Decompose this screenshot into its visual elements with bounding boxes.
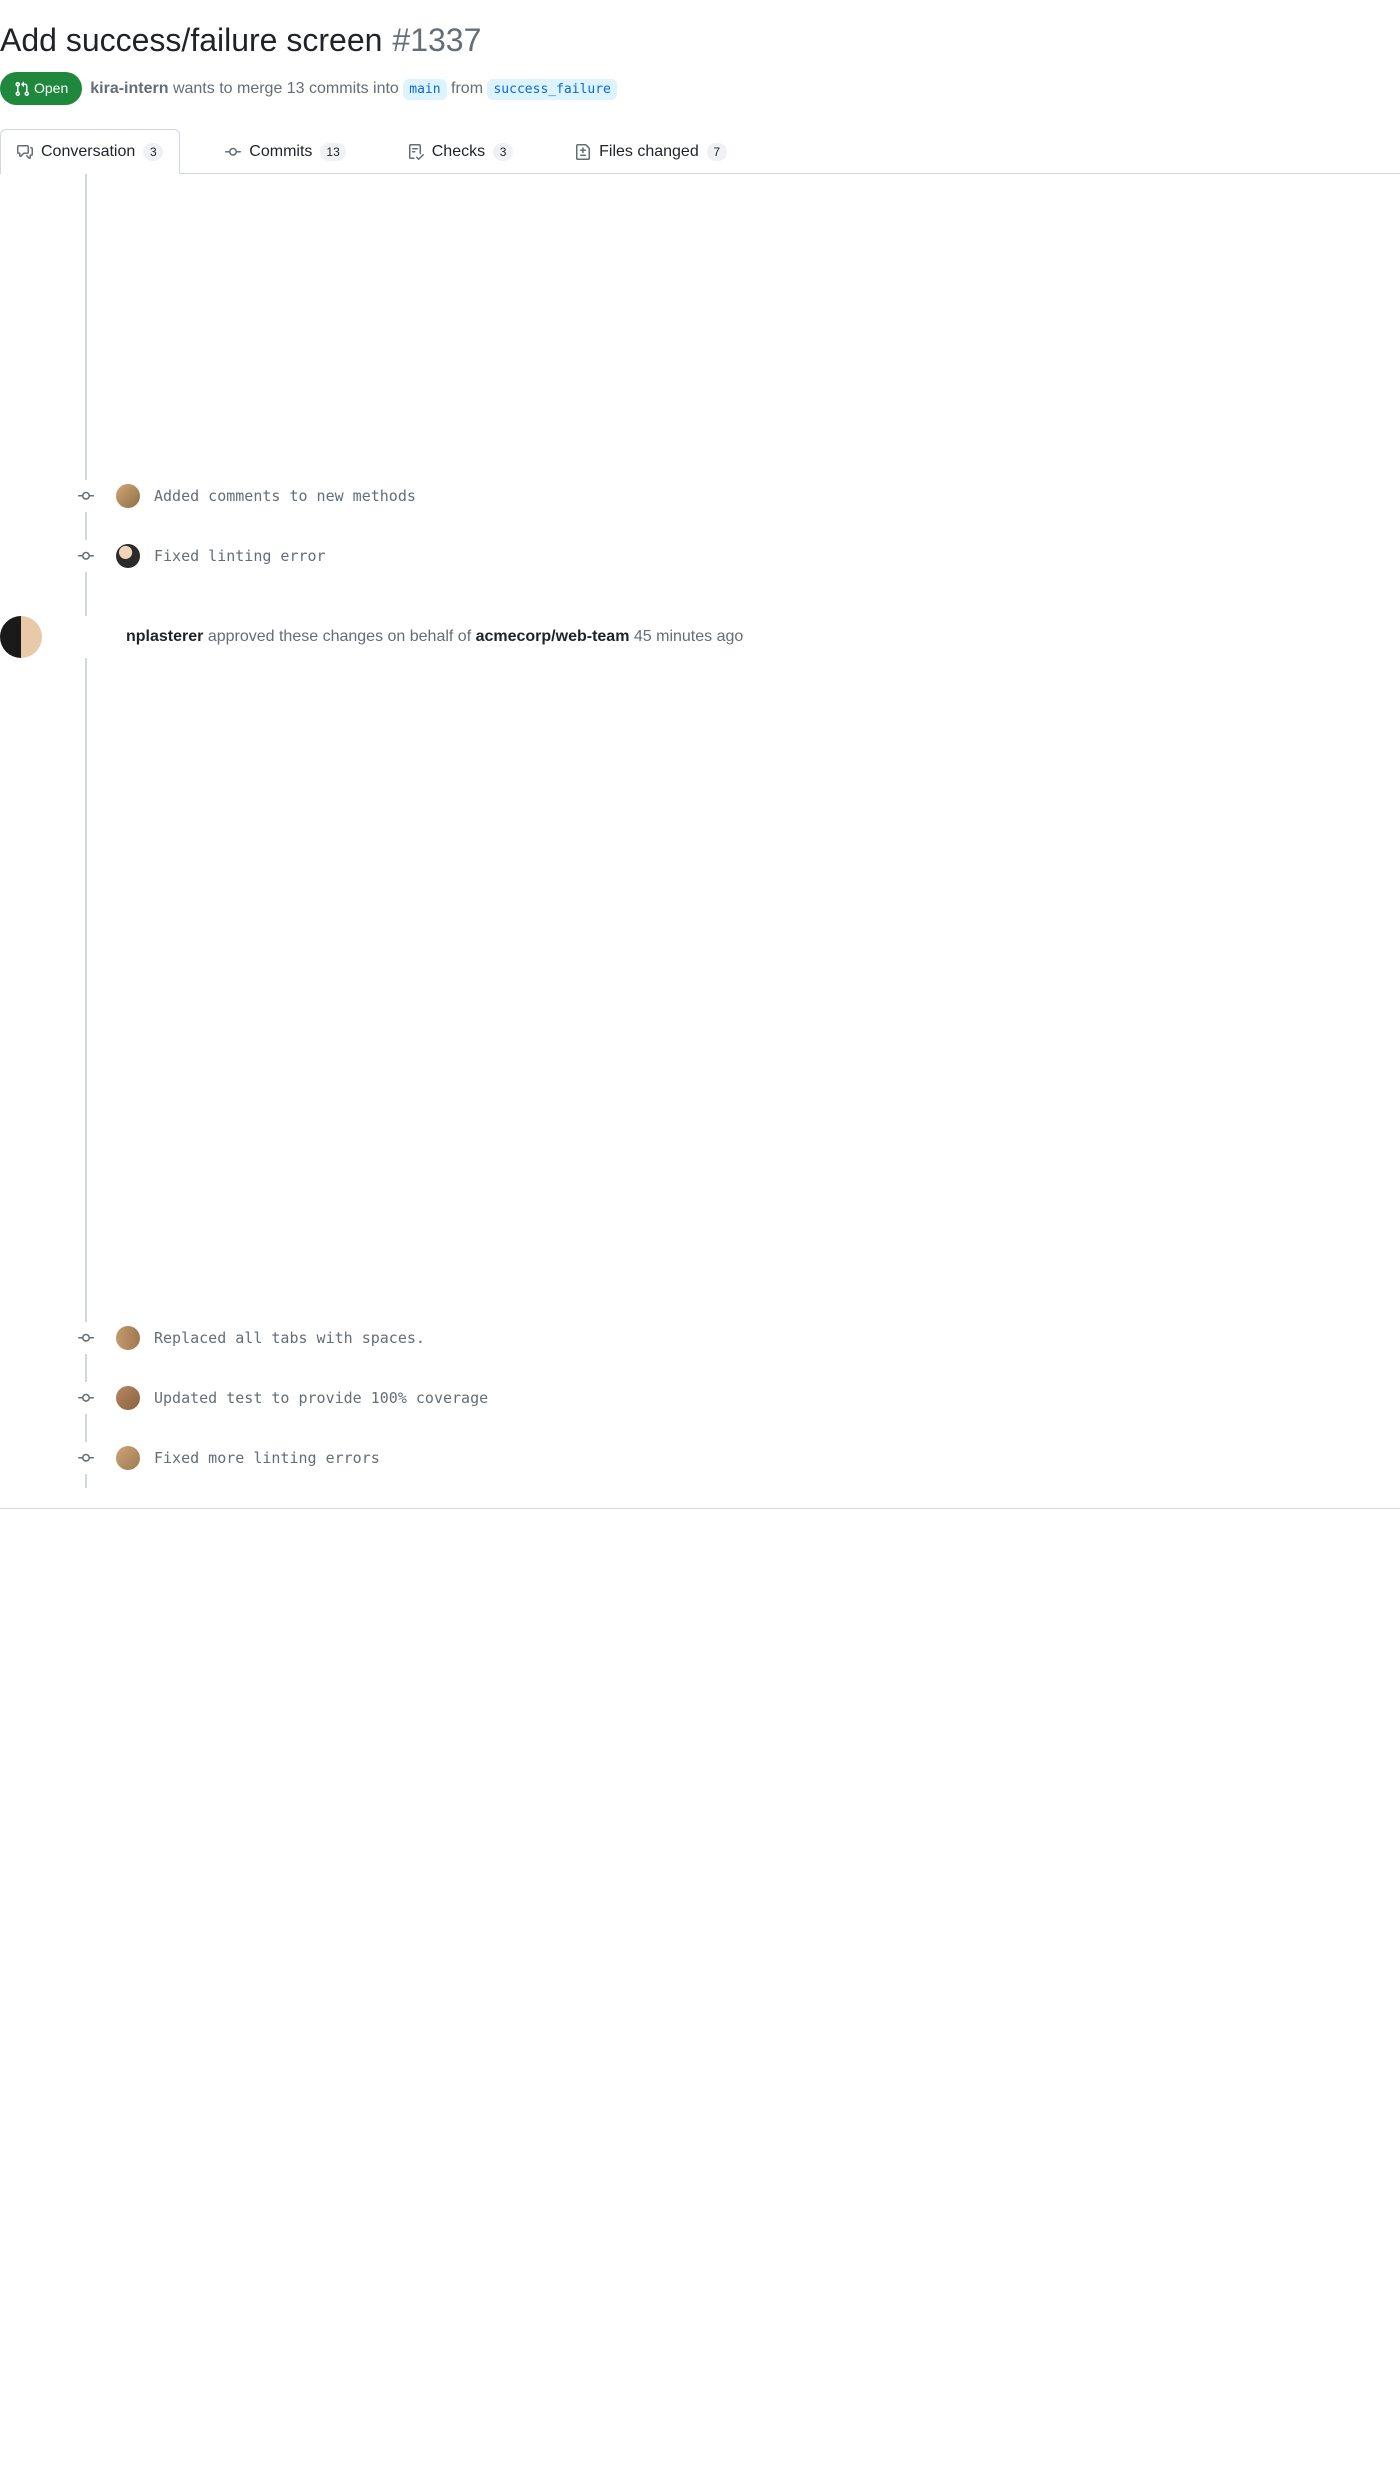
commit-message[interactable]: Fixed linting error xyxy=(154,545,326,568)
base-branch-chip[interactable]: main xyxy=(403,79,446,101)
bottom-divider xyxy=(0,1508,1400,1509)
commit-item: Fixed more linting errors xyxy=(0,1428,1400,1488)
pr-tabs: Conversation 3 Commits 13 Checks 3 Files… xyxy=(0,129,1400,174)
commit-author-avatar[interactable] xyxy=(116,484,140,508)
commit-node-icon xyxy=(70,480,102,512)
approved-badge xyxy=(82,622,112,652)
tab-conversation[interactable]: Conversation 3 xyxy=(0,129,180,174)
commit-message[interactable]: Fixed more linting errors xyxy=(154,1447,380,1470)
check-icon xyxy=(89,629,105,645)
commit-author-avatar[interactable] xyxy=(116,1386,140,1410)
commit-author-avatar[interactable] xyxy=(116,1446,140,1470)
commit-message[interactable]: Updated test to provide 100% coverage xyxy=(154,1387,488,1410)
tab-counter: 3 xyxy=(143,143,163,161)
review-text: nplasterer approved these changes on beh… xyxy=(126,625,743,649)
commit-author-avatar[interactable] xyxy=(116,1326,140,1350)
comment-discussion-icon xyxy=(17,144,33,160)
tab-counter: 13 xyxy=(320,143,345,161)
review-time: 45 minutes ago xyxy=(629,628,743,645)
pr-title: Add success/failure screen xyxy=(0,16,382,64)
tab-checks[interactable]: Checks 3 xyxy=(391,129,530,174)
file-diff-icon xyxy=(575,144,591,160)
commit-item: Fixed linting error xyxy=(0,526,1400,586)
git-pull-request-icon xyxy=(14,81,30,97)
pr-number: #1337 xyxy=(392,16,481,64)
tab-label: Checks xyxy=(432,140,485,164)
reviewer-username[interactable]: nplasterer xyxy=(126,628,203,645)
timeline-spacer xyxy=(0,688,1400,1308)
commit-message[interactable]: Replaced all tabs with spaces. xyxy=(154,1327,425,1350)
commit-item: Updated test to provide 100% coverage xyxy=(0,1368,1400,1428)
tab-counter: 3 xyxy=(493,143,513,161)
commit-item: Replaced all tabs with spaces. xyxy=(0,1308,1400,1368)
tab-commits[interactable]: Commits 13 xyxy=(208,129,362,174)
commit-node-icon xyxy=(70,1382,102,1414)
checklist-icon xyxy=(408,144,424,160)
pr-state-text: Open xyxy=(34,78,68,99)
review-approved-item: nplasterer approved these changes on beh… xyxy=(0,586,1400,688)
tab-label: Files changed xyxy=(599,140,699,164)
pr-author[interactable]: kira-intern xyxy=(90,80,168,97)
pr-state-badge: Open xyxy=(0,72,82,105)
tab-label: Commits xyxy=(249,140,312,164)
commit-node-icon xyxy=(70,1322,102,1354)
timeline-spacer xyxy=(0,186,1400,466)
reviewer-avatar[interactable] xyxy=(0,616,42,658)
tab-label: Conversation xyxy=(41,140,135,164)
git-commit-icon xyxy=(225,144,241,160)
commit-message[interactable]: Added comments to new methods xyxy=(154,485,416,508)
head-branch-chip[interactable]: success_failure xyxy=(487,79,616,101)
tab-files-changed[interactable]: Files changed 7 xyxy=(558,129,744,174)
tab-counter: 7 xyxy=(707,143,727,161)
review-team[interactable]: acmecorp/web-team xyxy=(476,628,630,645)
commit-item: Added comments to new methods xyxy=(0,466,1400,526)
commit-node-icon xyxy=(70,1442,102,1474)
timeline: Added comments to new methods Fixed lint… xyxy=(0,174,1400,1488)
pr-meta-text: kira-intern wants to merge 13 commits in… xyxy=(90,77,617,101)
commit-author-avatar[interactable] xyxy=(116,544,140,568)
commit-node-icon xyxy=(70,540,102,572)
